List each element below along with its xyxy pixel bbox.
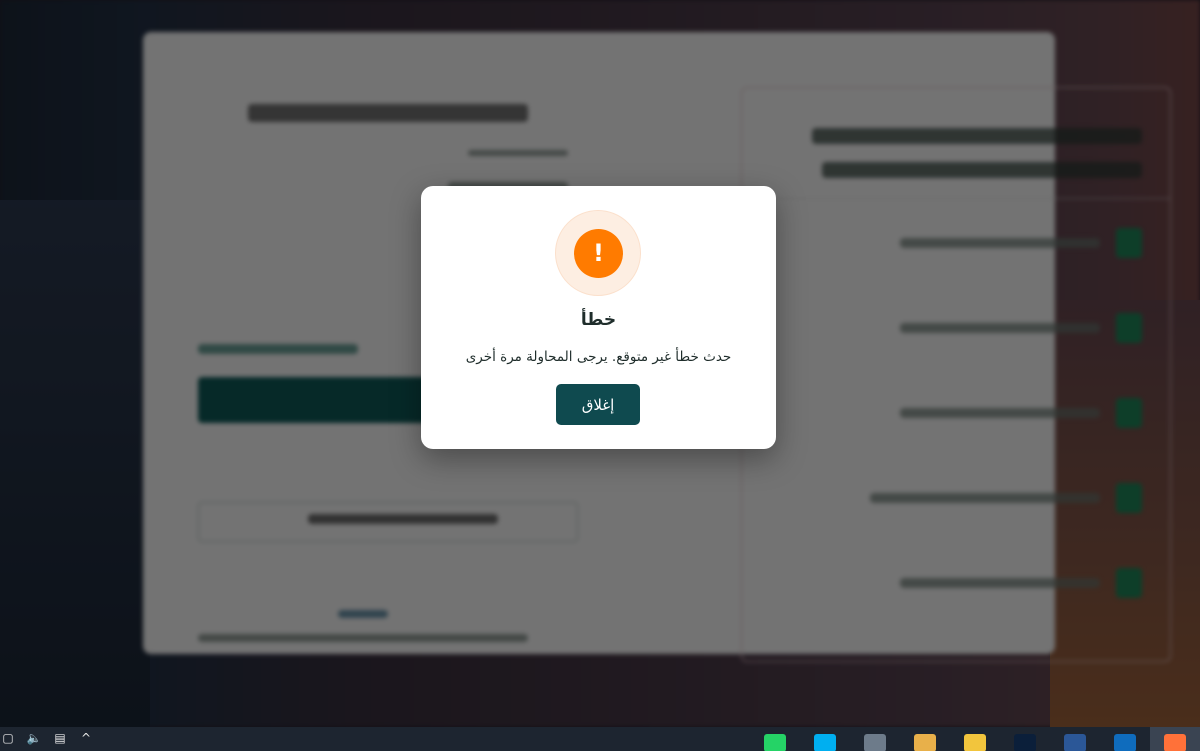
skype-icon [814, 734, 836, 751]
taskbar-app-button[interactable] [750, 727, 800, 751]
chevron-up-icon[interactable]: ^ [78, 731, 94, 745]
taskbar-app-button[interactable] [800, 727, 850, 751]
taskbar-app-button[interactable] [1150, 727, 1200, 751]
taskbar-app-button[interactable] [900, 727, 950, 751]
taskbar: ▢ 🔈 ▤ ^ [0, 727, 1200, 751]
taskbar-app-button[interactable] [1050, 727, 1100, 751]
warning-icon: ! [574, 229, 623, 278]
tablet-mode-icon[interactable]: ▢ [0, 731, 16, 745]
paint-icon [914, 734, 936, 751]
taskbar-app-button[interactable] [1100, 727, 1150, 751]
calculator-icon [864, 734, 886, 751]
file-explorer-icon [964, 734, 986, 751]
word-icon [1064, 734, 1086, 751]
taskbar-app-button[interactable] [850, 727, 900, 751]
close-button[interactable]: إغلاق [556, 384, 640, 425]
volume-icon[interactable]: 🔈 [26, 731, 42, 745]
taskbar-app-button[interactable] [950, 727, 1000, 751]
firefox-icon [1164, 734, 1186, 751]
dialog-title: خطأ [580, 310, 617, 330]
dialog-message: حدث خطأ غير متوقع. يرجى المحاولة مرة أخر… [465, 349, 732, 365]
whatsapp-icon [764, 734, 786, 751]
outlook-icon [1114, 734, 1136, 751]
error-dialog: ! خطأ حدث خطأ غير متوقع. يرجى المحاولة م… [421, 186, 776, 449]
taskbar-apps [750, 727, 1200, 751]
system-tray: ▢ 🔈 ▤ ^ [0, 731, 94, 745]
taskbar-app-button[interactable] [1000, 727, 1050, 751]
photoshop-icon [1014, 734, 1036, 751]
network-icon[interactable]: ▤ [52, 731, 68, 745]
